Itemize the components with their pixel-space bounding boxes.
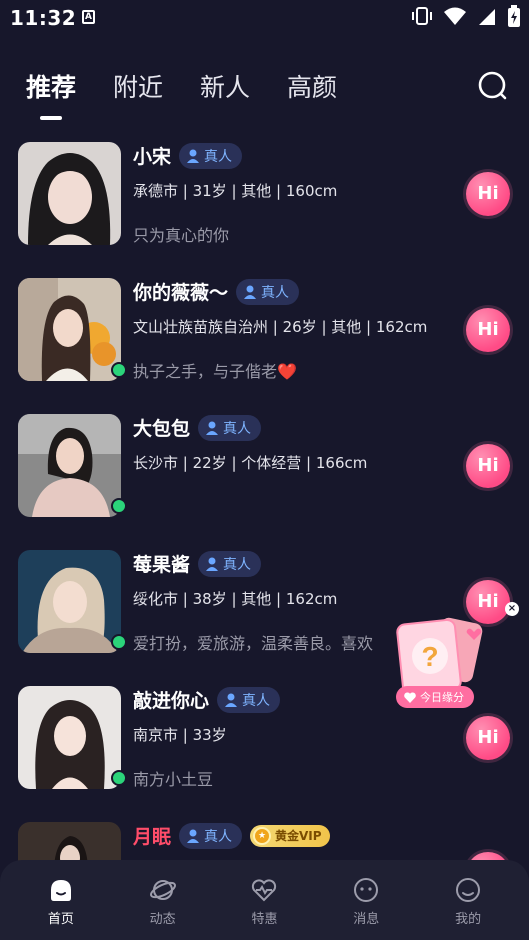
badge-label: 真人 (223, 556, 252, 573)
tab-nearby[interactable]: 附近 (113, 68, 163, 104)
name-line: 莓果酱 真人 (133, 550, 262, 577)
planet-icon (149, 880, 176, 900)
badge-label: 真人 (204, 828, 233, 845)
question-mark: ? (421, 641, 438, 672)
user-meta: 文山壮族苗族自治州 | 26岁 | 其他 | 162cm (133, 318, 428, 336)
notification-a-icon: A (82, 10, 95, 24)
list-item[interactable]: 小宋 真人 承德市 | 31岁 | 其他 | 160cm 只为真心的你 Hi (0, 140, 529, 250)
vip-label: 黄金VIP (275, 829, 322, 843)
user-name: 莓果酱 (133, 554, 191, 576)
online-indicator (111, 362, 127, 378)
heart-icon (404, 691, 416, 703)
real-person-badge: 真人 (198, 414, 262, 441)
heartbeat-icon (252, 879, 277, 902)
name-line: 月眠 真人 ★ 黄金VIP (133, 822, 330, 849)
hi-button[interactable]: Hi (466, 444, 510, 488)
user-name: 小宋 (133, 146, 172, 168)
profile-icon (456, 878, 481, 902)
daily-match-button[interactable]: 今日缘分 (396, 686, 474, 708)
name-line: 敲进你心 真人 (133, 686, 281, 713)
user-meta: 承德市 | 31岁 | 其他 | 160cm (133, 182, 338, 200)
online-indicator (111, 770, 127, 786)
tab-label: 新人 (200, 73, 251, 102)
tab-recommend[interactable]: 推荐 (26, 68, 77, 120)
name-line: 大包包 真人 (133, 414, 262, 441)
nav-label: 动态 (149, 912, 176, 927)
close-icon[interactable]: × (505, 602, 519, 616)
user-meta: 南京市 | 33岁 (133, 726, 227, 744)
hi-button[interactable]: Hi (466, 172, 510, 216)
user-name: 你的薇薇～ (133, 282, 229, 304)
nav-label: 我的 (455, 912, 482, 927)
avatar[interactable] (18, 142, 121, 245)
user-bio: 执子之手，与子偕老❤️ (133, 362, 297, 381)
vip-badge: ★ 黄金VIP (250, 824, 330, 847)
vip-coin-icon: ★ (253, 826, 272, 845)
hi-button[interactable]: Hi (466, 308, 510, 352)
user-meta: 绥化市 | 38岁 | 其他 | 162cm (133, 590, 338, 608)
real-person-badge: 真人 (217, 686, 281, 713)
badge-label: 真人 (204, 148, 233, 165)
badge-label: 真人 (242, 692, 271, 709)
user-name: 敲进你心 (133, 690, 210, 712)
status-icons (411, 5, 521, 27)
user-name: 大包包 (133, 418, 191, 440)
signal-icon (479, 9, 495, 25)
nav-moments[interactable]: 动态 (123, 876, 203, 940)
hi-button[interactable]: Hi (466, 716, 510, 760)
person-icon (187, 149, 200, 163)
avatar[interactable] (18, 686, 121, 789)
avatar[interactable] (18, 550, 121, 653)
name-line: 你的薇薇～ 真人 (133, 278, 300, 305)
nav-label: 消息 (353, 912, 380, 927)
chat-icon (354, 878, 379, 902)
avatar[interactable] (18, 414, 121, 517)
badge-label: 真人 (223, 420, 252, 437)
online-indicator (111, 634, 127, 650)
user-bio: 爱打扮，爱旅游，温柔善良。喜欢 (133, 634, 374, 653)
tab-active-indicator (40, 116, 62, 120)
tab-new[interactable]: 新人 (200, 68, 250, 104)
person-icon (187, 829, 200, 843)
list-item[interactable]: 大包包 真人 长沙市 | 22岁 | 个体经营 | 166cm Hi (0, 412, 529, 522)
person-icon (244, 285, 257, 299)
person-icon (225, 693, 238, 707)
avatar[interactable] (18, 278, 121, 381)
status-bar: 11:32 A (0, 0, 529, 36)
nav-label: 特惠 (251, 912, 278, 927)
badge-label: 真人 (261, 284, 290, 301)
home-icon (50, 880, 71, 901)
status-time: 11:32 (10, 6, 77, 30)
nav-home[interactable]: 首页 (21, 876, 101, 940)
name-line: 小宋 真人 (133, 142, 243, 169)
online-indicator (111, 498, 127, 514)
wifi-icon (444, 7, 466, 25)
tab-label: 附近 (113, 73, 164, 102)
nav-messages[interactable]: 消息 (326, 876, 406, 940)
search-icon[interactable] (477, 70, 509, 102)
tab-label: 推荐 (26, 73, 77, 102)
real-person-badge: 真人 (198, 550, 262, 577)
tab-good-looking[interactable]: 高颜 (287, 68, 337, 104)
bottom-nav: 首页 动态 特惠 消息 我的 (0, 860, 529, 940)
nav-label: 首页 (47, 912, 74, 927)
real-person-badge: 真人 (236, 278, 300, 305)
top-tabs: 推荐 附近 新人 高颜 (26, 68, 337, 120)
tab-label: 高颜 (287, 73, 338, 102)
daily-match-label: 今日缘分 (420, 691, 464, 704)
nav-deals[interactable]: 特惠 (224, 876, 304, 940)
user-bio: 南方小土豆 (133, 770, 214, 789)
user-bio: 只为真心的你 (133, 226, 230, 245)
real-person-badge: 真人 (179, 142, 243, 169)
list-item[interactable]: 你的薇薇～ 真人 文山壮族苗族自治州 | 26岁 | 其他 | 162cm 执子… (0, 276, 529, 386)
person-icon (206, 421, 219, 435)
user-name: 月眠 (133, 826, 172, 848)
nav-profile[interactable]: 我的 (428, 876, 508, 940)
battery-icon (508, 5, 520, 27)
vibrate-icon (412, 7, 432, 25)
user-meta: 长沙市 | 22岁 | 个体经营 | 166cm (133, 454, 368, 472)
person-icon (206, 557, 219, 571)
real-person-badge: 真人 (179, 822, 243, 849)
